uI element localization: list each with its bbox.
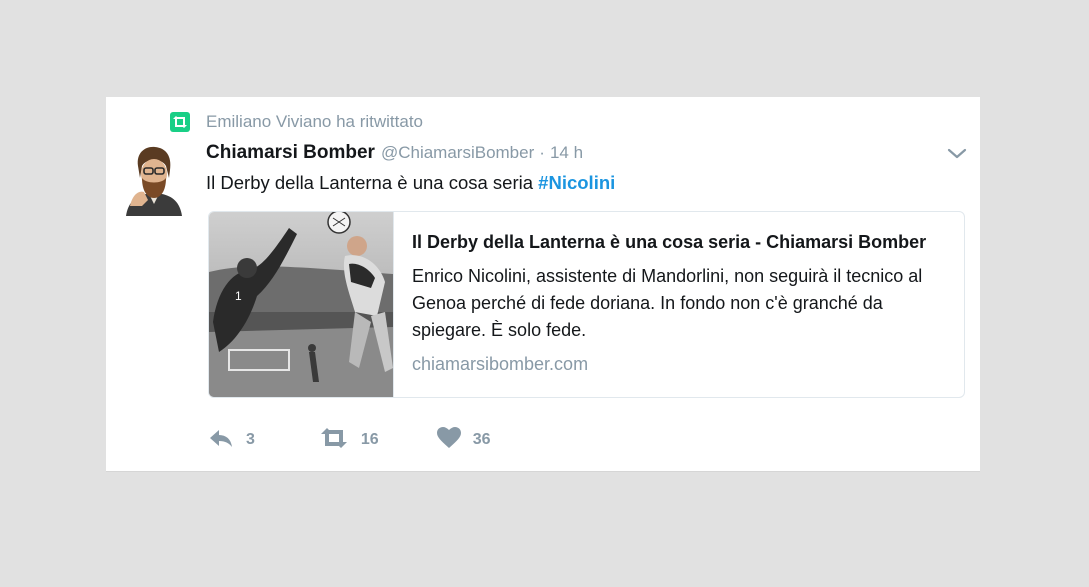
reply-button[interactable]: 3: [208, 428, 255, 453]
tweet-header: Chiamarsi Bomber @ChiamarsiBomber · 14 h: [206, 142, 583, 164]
like-button[interactable]: 36: [436, 427, 491, 453]
retweet-button[interactable]: 16: [319, 427, 379, 453]
like-count: 36: [472, 431, 491, 448]
svg-text:1: 1: [235, 289, 242, 303]
tweet-actions: 3 16 36: [208, 427, 491, 453]
link-preview-description: Enrico Nicolini, assistente di Mandorlin…: [412, 266, 923, 340]
link-preview-body: Il Derby della Lanterna è una cosa seria…: [394, 212, 964, 397]
tweet-card: Emiliano Viviano ha ritwittato Chiamarsi…: [106, 97, 980, 472]
reply-icon: [208, 428, 234, 453]
link-preview-title: Il Derby della Lanterna è una cosa seria…: [412, 232, 927, 252]
link-preview-domain: chiamarsibomber.com: [412, 354, 589, 374]
reply-count: 3: [246, 431, 255, 448]
link-preview-card[interactable]: 1 Il Derby della Lanterna è una cosa ser…: [208, 211, 965, 398]
retweet-label[interactable]: Emiliano Viviano ha ritwittato: [206, 112, 423, 132]
tweet-body: Il Derby della Lanterna è una cosa seria: [206, 172, 534, 193]
retweet-count: 16: [360, 431, 379, 448]
retweet-action-icon: [319, 427, 349, 453]
heart-icon: [436, 427, 461, 453]
author-name[interactable]: Chiamarsi Bomber: [206, 142, 375, 164]
separator-dot: ·: [539, 143, 545, 162]
avatar[interactable]: [122, 144, 186, 216]
hashtag-link[interactable]: #Nicolini: [538, 172, 615, 193]
author-handle[interactable]: @ChiamarsiBomber: [381, 143, 534, 163]
tweet-text: Il Derby della Lanterna è una cosa seria…: [206, 172, 615, 194]
tweet-timestamp[interactable]: 14 h: [550, 143, 583, 163]
retweet-icon: [170, 112, 190, 132]
chevron-down-icon[interactable]: [946, 145, 968, 161]
retweet-context: Emiliano Viviano ha ritwittato: [170, 111, 423, 133]
link-preview-image: 1: [209, 212, 394, 397]
